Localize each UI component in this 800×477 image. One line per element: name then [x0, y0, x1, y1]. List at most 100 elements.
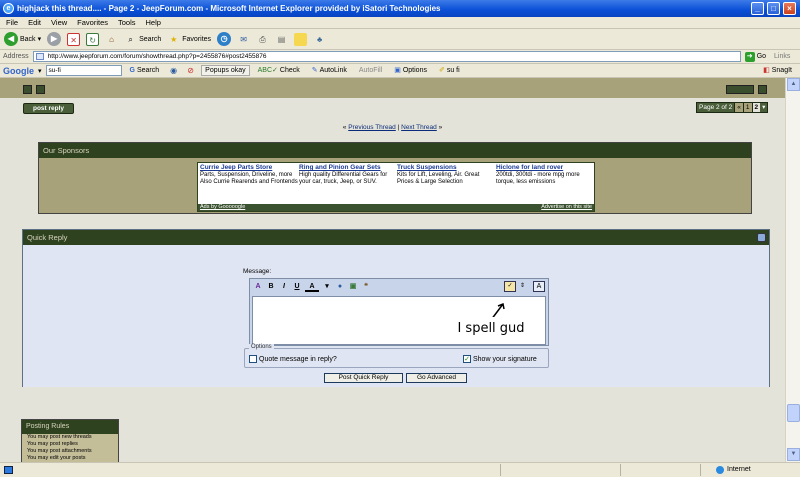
go-button[interactable]: ➜ Go	[744, 51, 766, 62]
resize-arrows-icon[interactable]: ⇕	[520, 282, 525, 289]
post-quick-reply-button[interactable]: Post Quick Reply	[324, 373, 403, 383]
mail-icon[interactable]: ✉	[237, 33, 250, 46]
switch-mode-icon[interactable]: A	[533, 281, 545, 292]
pager-first[interactable]: «	[734, 103, 743, 112]
refresh-icon[interactable]: ↻	[86, 32, 100, 46]
quick-reply-title: Quick Reply	[27, 233, 68, 242]
rule-line: You may post attachments	[27, 448, 92, 454]
close-icon[interactable]: ×	[783, 2, 796, 15]
sponsor-ad[interactable]: Truck Suspensions Kits for Lift, Levelin…	[397, 164, 495, 186]
spell-check-button[interactable]: ABC✓ Check	[254, 65, 304, 76]
home-icon[interactable]: ⌂	[105, 33, 118, 46]
underline-icon[interactable]: U	[292, 282, 302, 292]
pager-page-1[interactable]: 1	[742, 103, 752, 112]
italic-icon[interactable]: I	[279, 282, 289, 292]
history-icon[interactable]: ◷	[217, 32, 232, 46]
ad-title[interactable]: Truck Suspensions	[397, 164, 495, 172]
quick-reply-header: Quick Reply	[23, 230, 769, 245]
vertical-scrollbar[interactable]: ▲ ▼	[785, 78, 800, 462]
google-search-button[interactable]: G Search	[126, 65, 164, 76]
quote-checkbox[interactable]	[249, 355, 257, 363]
ads-footer: Ads by Gooooogle Advertise on this site	[198, 204, 594, 211]
autofill-button[interactable]: AutoFill	[355, 65, 386, 76]
options-legend: Options	[249, 344, 274, 350]
options-button[interactable]: ▣ Options	[390, 65, 431, 76]
sponsor-ad[interactable]: Currie Jeep Parts Store Parts, Suspensio…	[200, 164, 298, 186]
bold-icon[interactable]: B	[266, 282, 276, 292]
font-color-icon[interactable]: A	[305, 282, 319, 292]
chevron-down-icon[interactable]: ▾	[38, 67, 42, 75]
signature-option[interactable]: ✓ Show your signature	[463, 355, 537, 363]
minimize-icon[interactable]: _	[751, 2, 764, 15]
folder-icon[interactable]	[294, 32, 308, 46]
print-icon[interactable]: ⎙	[256, 33, 269, 46]
quote-icon[interactable]: ❝	[361, 282, 371, 292]
rule-line: You may post replies	[27, 441, 78, 447]
ads-by-link[interactable]: Ads by Gooooogle	[200, 204, 245, 210]
chevron-down-icon: ▾	[37, 36, 42, 43]
signature-checkbox[interactable]: ✓	[463, 355, 471, 363]
window-title: highjack this thread.... - Page 2 - Jeep…	[17, 4, 441, 13]
menu-edit[interactable]: Edit	[28, 17, 41, 28]
status-divider	[700, 464, 701, 476]
stop-icon[interactable]: ✕	[67, 32, 81, 46]
menu-help[interactable]: Help	[146, 17, 161, 28]
autolink-button[interactable]: ✎ AutoLink	[308, 65, 351, 76]
go-advanced-button[interactable]: Go Advanced	[406, 373, 467, 383]
spell-check-icon[interactable]: ✓	[504, 281, 516, 292]
highlighter-icon: ✐	[438, 67, 445, 74]
autolink-icon: ✎	[311, 67, 318, 74]
links-label[interactable]: Links	[774, 53, 790, 60]
chevron-down-icon[interactable]: ▾	[322, 282, 332, 292]
menu-file[interactable]: File	[6, 17, 18, 28]
popups-okay-button[interactable]: Popups okay	[201, 65, 250, 76]
scroll-down-icon[interactable]: ▼	[787, 448, 800, 461]
search-button[interactable]: ⌕ Search	[124, 33, 161, 46]
ad-title[interactable]: Hiclone for land rover	[496, 164, 594, 172]
quote-option[interactable]: Quote message in reply?	[249, 355, 337, 363]
remove-format-icon[interactable]: A	[253, 282, 263, 292]
scroll-up-icon[interactable]: ▲	[787, 78, 800, 91]
message-textarea[interactable]: I spell gud	[252, 296, 546, 345]
scroll-thumb[interactable]	[787, 404, 800, 422]
messenger-icon[interactable]: ♣	[313, 33, 326, 46]
google-toolbar: Google ▾ su-fi G Search ◉ ⊘ Popups okay …	[0, 64, 800, 78]
previous-thread-link[interactable]: Previous Thread	[348, 124, 396, 131]
sponsor-ad[interactable]: Ring and Pinion Gear Sets High quality D…	[299, 164, 397, 186]
sponsor-ad[interactable]: Hiclone for land rover 200tdi, 300tdi - …	[496, 164, 594, 186]
pagerank-icon[interactable]: ◉	[167, 64, 180, 77]
rule-line: You may edit your posts	[27, 455, 86, 461]
message-editor: A B I U A ▾ ● ▣ ❝ ✓ ⇕ A I spell gud	[249, 278, 549, 346]
edit-icon[interactable]: ▤	[275, 33, 288, 46]
image-icon[interactable]: ▣	[348, 282, 358, 292]
next-thread-link[interactable]: Next Thread	[401, 124, 437, 131]
google-search-input[interactable]: su-fi	[45, 65, 122, 76]
back-button[interactable]: ◀ Back ▾	[4, 32, 41, 46]
advertise-link[interactable]: Advertise on this site	[541, 204, 592, 211]
snagit-button[interactable]: ◧ SnagIt	[759, 65, 796, 76]
address-bar: Address http://www.jeepforum.com/forum/s…	[0, 50, 800, 64]
edit-post-icon[interactable]	[758, 85, 767, 94]
thread-tools-icon[interactable]	[23, 85, 32, 94]
menu-view[interactable]: View	[51, 17, 67, 28]
favorites-button[interactable]: ★ Favorites	[167, 33, 211, 46]
forward-button[interactable]: ▶	[47, 32, 62, 46]
quote-button[interactable]	[726, 85, 754, 94]
post-reply-button[interactable]: post reply	[23, 103, 74, 114]
menu-tools[interactable]: Tools	[118, 17, 136, 28]
title-bar: e highjack this thread.... - Page 2 - Je…	[0, 0, 800, 17]
options-fieldset: Options Quote message in reply? ✓ Show y…	[244, 344, 549, 368]
highlight-term-button[interactable]: ✐ su fi	[435, 65, 464, 76]
chevron-down-icon[interactable]: ▾	[760, 103, 767, 112]
options-icon: ▣	[394, 67, 401, 74]
ad-title[interactable]: Currie Jeep Parts Store	[200, 164, 298, 172]
thread-mode-icon[interactable]	[36, 85, 45, 94]
link-icon[interactable]: ●	[335, 282, 345, 292]
collapse-icon[interactable]	[757, 233, 766, 242]
address-input[interactable]: http://www.jeepforum.com/forum/showthrea…	[32, 51, 741, 62]
popup-blocker-icon[interactable]: ⊘	[184, 64, 197, 77]
maximize-icon[interactable]: □	[767, 2, 780, 15]
rule-line: You may post new threads	[27, 434, 92, 440]
menu-favorites[interactable]: Favorites	[77, 17, 108, 28]
ad-title[interactable]: Ring and Pinion Gear Sets	[299, 164, 397, 172]
